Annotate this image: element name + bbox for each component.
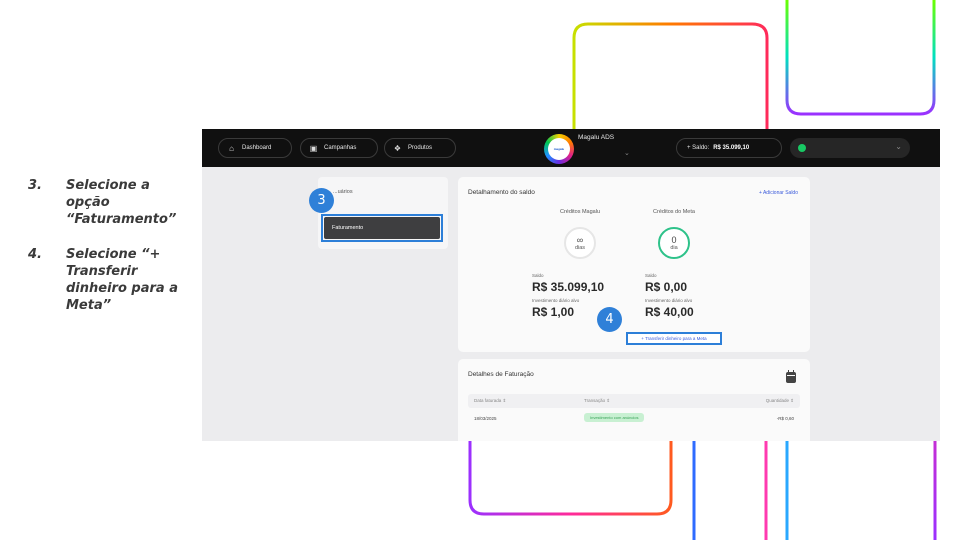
account-status-icon (798, 144, 806, 152)
step-text: Selecione “+ Transferir dinheiro para a … (66, 247, 178, 313)
meta-invest-label: Investimento diário alvo (645, 298, 693, 303)
balance-card: Detalhamento do saldo + Adicionar Saldo … (458, 177, 810, 352)
home-icon: ⌂ (229, 143, 234, 153)
column-transaction-header[interactable]: Transação ⇕ (584, 398, 610, 404)
meta-saldo-value: R$ 0,00 (645, 280, 688, 294)
app-screenshot: ⌂ Dashboard ▣ Campanhas ❖ Produtos magal… (202, 129, 940, 441)
row-date: 18/03/2025 (474, 416, 497, 421)
saldo-button[interactable]: + Saldo: R$ 35.099,10 (676, 138, 782, 158)
transfer-to-meta-button[interactable]: + Transferir dinheiro para a Meta (626, 332, 722, 345)
step-4-badge: 4 (597, 307, 622, 332)
brand-name: Magalu ADS (578, 134, 615, 141)
ring-unit: dia (670, 244, 678, 251)
instruction-list: 3. Selecione a opção “Faturamento” 4. Se… (28, 177, 193, 332)
ring-value: ∞ (576, 234, 584, 245)
nav-produtos-button[interactable]: ❖ Produtos (384, 138, 456, 158)
calendar-icon[interactable] (786, 370, 796, 383)
account-selector[interactable]: ⌄ (790, 138, 910, 158)
meta-saldo-label: Saldo (645, 273, 657, 278)
nav-dashboard-button[interactable]: ⌂ Dashboard (218, 138, 292, 158)
table-header: Data faturada ⇕ Transação ⇕ Quantidade ⇕ (468, 394, 800, 408)
instruction-step-4: 4. Selecione “+ Transferir dinheiro para… (28, 246, 193, 314)
column-amount-header[interactable]: Quantidade ⇕ (766, 398, 794, 404)
magalu-saldo-label: Saldo (532, 273, 544, 278)
saldo-value: R$ 35.099,10 (713, 145, 750, 151)
ring-value: 0 (671, 234, 677, 245)
saldo-prefix: + Saldo: (687, 145, 710, 151)
meta-days-ring: 0 dia (658, 227, 690, 259)
magalu-credits-title: Créditos Magalu (559, 209, 601, 215)
sidebar: ...uários Faturamento (318, 177, 448, 249)
chevron-down-icon[interactable]: ⌄ (624, 149, 630, 157)
nav-label: Campanhas (324, 145, 357, 151)
magalu-invest-value: R$ 1,00 (532, 305, 575, 319)
nav-label: Dashboard (242, 145, 272, 151)
billing-card: Detalhes de Faturação Data faturada ⇕ Tr… (458, 359, 810, 441)
add-balance-link[interactable]: + Adicionar Saldo (759, 190, 798, 196)
nav-label: Produtos (408, 145, 433, 151)
billing-title: Detalhes de Faturação (468, 371, 534, 378)
balance-title: Detalhamento do saldo (468, 189, 535, 196)
magalu-saldo-value: R$ 35.099,10 (532, 280, 605, 294)
meta-invest-value: R$ 40,00 (645, 305, 694, 319)
highlight-box (321, 214, 443, 242)
meta-credits-title: Créditos do Meta (653, 209, 695, 215)
briefcase-icon: ▣ (309, 143, 318, 153)
brand-logo[interactable]: magalu (544, 134, 574, 164)
step-text: Selecione a opção “Faturamento” (66, 178, 177, 227)
step-number: 3. (28, 178, 42, 193)
ring-unit: dias (574, 244, 586, 251)
top-navigation-bar: ⌂ Dashboard ▣ Campanhas ❖ Produtos magal… (202, 129, 940, 167)
nav-campanhas-button[interactable]: ▣ Campanhas (300, 138, 378, 158)
row-amount: -R$ 0,60 (776, 416, 794, 421)
box-icon: ❖ (393, 143, 402, 153)
column-date-header[interactable]: Data faturada ⇕ (474, 398, 506, 404)
step-3-badge: 3 (309, 188, 334, 213)
instruction-step-3: 3. Selecione a opção “Faturamento” (28, 177, 193, 228)
step-number: 4. (28, 247, 42, 262)
chevron-down-icon: ⌄ (895, 142, 902, 151)
magalu-invest-label: Investimento diário alvo (532, 298, 580, 303)
transaction-badge: Investimento com anúncios (584, 413, 645, 422)
sidebar-item-usuarios[interactable]: ...uários (333, 189, 353, 195)
logo-text: magalu (548, 138, 570, 160)
magalu-days-ring: ∞ dias (564, 227, 596, 259)
